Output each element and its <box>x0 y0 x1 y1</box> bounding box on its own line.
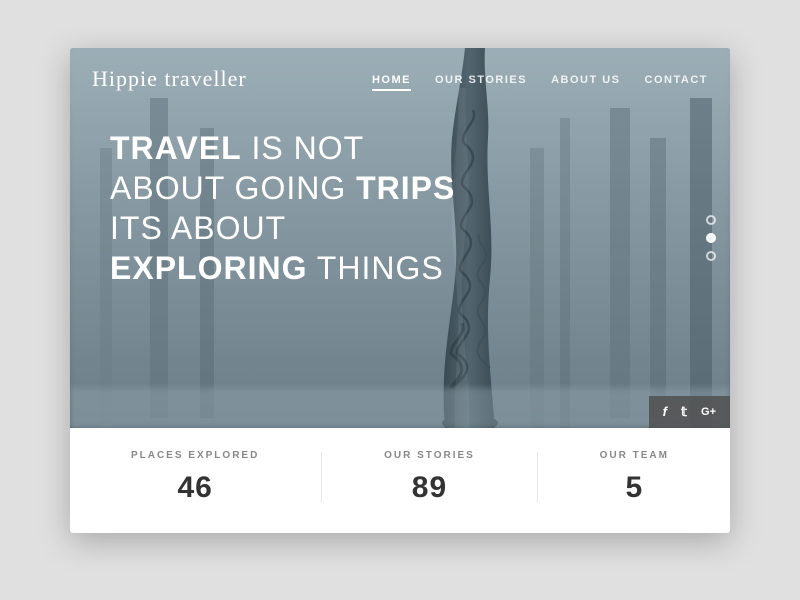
nav-item-about[interactable]: ABOUT US <box>551 70 620 88</box>
logo[interactable]: Hippie traveller <box>92 66 372 92</box>
hero-section: Hippie traveller HOME OUR STORIES ABOUT … <box>70 48 730 428</box>
social-bar: f 𝕥 G+ <box>649 396 730 428</box>
stat-places-value: 46 <box>131 471 259 505</box>
slide-dot-3[interactable] <box>706 251 716 261</box>
stat-places: PLACES EXPLORED 46 <box>131 450 259 505</box>
main-card: Hippie traveller HOME OUR STORIES ABOUT … <box>70 48 730 533</box>
hero-line-2: ABOUT GOING TRIPS <box>110 168 455 208</box>
hero-text: TRAVEL IS NOT ABOUT GOING TRIPS ITS ABOU… <box>110 128 455 288</box>
stat-stories-label: OUR STORIES <box>384 450 475 461</box>
nav-item-contact[interactable]: CONTACT <box>645 70 708 88</box>
stats-bar: PLACES EXPLORED 46 OUR STORIES 89 OUR TE… <box>70 428 730 533</box>
stat-stories-value: 89 <box>384 471 475 505</box>
slide-dot-2[interactable] <box>706 233 716 243</box>
twitter-icon[interactable]: 𝕥 <box>681 404 687 420</box>
navbar: Hippie traveller HOME OUR STORIES ABOUT … <box>70 48 730 110</box>
slide-dot-1[interactable] <box>706 215 716 225</box>
hero-line-3: ITS ABOUT <box>110 208 455 248</box>
stat-team: OUR TEAM 5 <box>600 450 669 505</box>
hero-line-4: EXPLORING THINGS <box>110 248 455 288</box>
stat-divider-1 <box>321 452 322 502</box>
nav-item-stories[interactable]: OUR STORIES <box>435 70 527 88</box>
facebook-icon[interactable]: f <box>663 404 667 419</box>
stat-team-value: 5 <box>600 471 669 505</box>
stat-divider-2 <box>537 452 538 502</box>
stat-team-label: OUR TEAM <box>600 450 669 461</box>
hero-line-1: TRAVEL IS NOT <box>110 128 455 168</box>
stat-places-label: PLACES EXPLORED <box>131 450 259 461</box>
googleplus-icon[interactable]: G+ <box>701 406 716 418</box>
stat-stories: OUR STORIES 89 <box>384 450 475 505</box>
nav-item-home[interactable]: HOME <box>372 70 411 88</box>
slide-dots <box>706 215 716 261</box>
